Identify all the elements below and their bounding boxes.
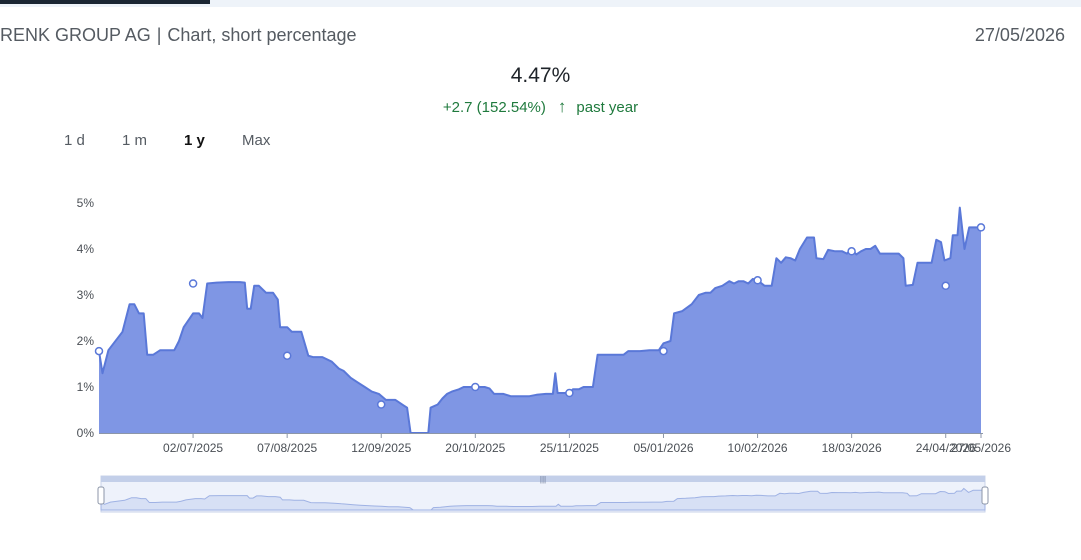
navigator-right-handle[interactable] — [981, 486, 989, 505]
y-tick-label: 5% — [77, 196, 95, 210]
short-percentage-chart: 0% 1% 2% 3% 4% 5% 02/07/2025 07/08/2025 12/09/20… — [77, 196, 1011, 513]
data-point-marker — [847, 247, 856, 256]
data-point-marker — [976, 223, 986, 232]
data-point-marker — [471, 382, 480, 392]
data-point-marker — [753, 276, 762, 285]
x-tick-label: 05/01/2026 — [633, 441, 693, 455]
data-point-marker — [94, 346, 104, 356]
y-tick-label: 2% — [77, 334, 95, 348]
data-point-marker — [659, 346, 668, 356]
y-tick-label: 0% — [77, 426, 95, 440]
data-point-marker — [565, 388, 574, 398]
y-tick-label: 4% — [77, 242, 95, 256]
navigator-left-handle[interactable] — [97, 486, 105, 505]
x-tick-label: 07/08/2025 — [257, 441, 317, 455]
y-tick-label: 1% — [77, 380, 95, 394]
x-tick-label: 10/02/2026 — [728, 441, 788, 455]
navigator-grip-icon: ||| — [540, 475, 546, 484]
data-point-marker — [282, 351, 292, 360]
x-tick-label: 27/05/2026 — [951, 441, 1011, 455]
data-point-marker — [941, 281, 950, 291]
data-point-marker — [188, 279, 198, 288]
x-tick-label: 18/03/2026 — [822, 441, 882, 455]
x-tick-label: 20/10/2025 — [445, 441, 505, 455]
data-point-marker — [376, 400, 386, 409]
x-tick-label: 02/07/2025 — [163, 441, 223, 455]
x-tick-label: 25/11/2025 — [540, 441, 599, 455]
series-area — [99, 207, 981, 433]
y-tick-label: 3% — [77, 288, 95, 302]
x-tick-label: 12/09/2025 — [351, 441, 411, 455]
